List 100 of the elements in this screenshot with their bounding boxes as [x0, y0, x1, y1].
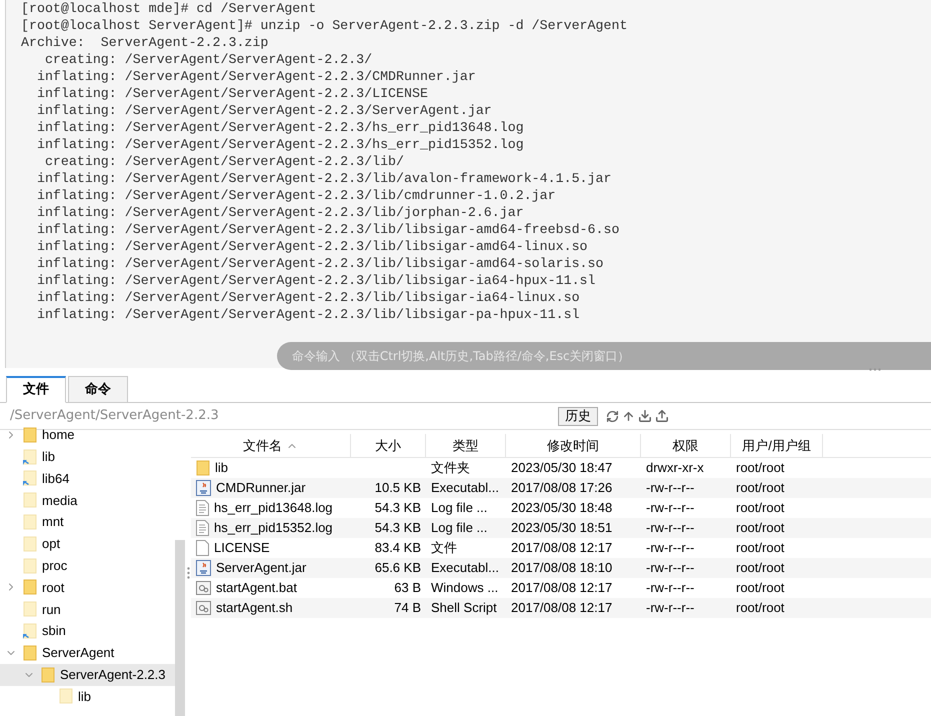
tree-item[interactable]: lib [0, 446, 175, 468]
folder-icon [23, 558, 37, 574]
table-cell-text: 54.3 KB [374, 519, 421, 538]
terminal-line: inflating: /ServerAgent/ServerAgent-2.2.3/LICENSE [36, 85, 429, 102]
table-cell-text: hs_err_pid13648.log [214, 499, 333, 518]
scrollbar-thumb[interactable] [175, 540, 185, 716]
table-cell-text: Executabl... [431, 479, 499, 498]
table-cell-text: 83.4 KB [374, 539, 421, 558]
table-cell-text: root/root [736, 519, 784, 538]
table-cell-text: LICENSE [214, 539, 270, 558]
column-header[interactable]: 大小 [351, 434, 426, 457]
tree-item[interactable]: ServerAgent [0, 642, 175, 664]
folder-name: opt [42, 535, 60, 554]
terminal-line: inflating: /ServerAgent/ServerAgent-2.2.3/hs_err_pid13648.log [36, 119, 525, 136]
folder-name: run [42, 600, 61, 619]
table-cell-text: 2017/08/08 17:26 [511, 479, 612, 498]
table-cell-text: Log file ... [431, 519, 488, 538]
file-row[interactable]: hs_err_pid15352.log 54.3 KB Log file ... 2023/05/30 18:51 -rw-r--r-- root/root [191, 518, 931, 538]
upload-icon[interactable] [655, 409, 669, 423]
file-row[interactable]: ServerAgent.jar 65.6 KB Executabl... 2017/08/08 18:10 -rw-r--r-- root/root [191, 558, 931, 578]
refresh-icon[interactable] [606, 410, 619, 422]
file-icon [196, 540, 209, 556]
terminal-line: inflating: /ServerAgent/ServerAgent-2.2.3/lib/libsigar-amd64-linux.so [36, 238, 589, 255]
tree-item[interactable]: lib [0, 686, 175, 708]
table-cell-text: 2017/08/08 12:17 [511, 539, 612, 558]
table-cell-text: 文件 [431, 539, 457, 558]
tree-item[interactable]: opt [0, 532, 175, 555]
tree-item[interactable]: sbin [0, 620, 175, 642]
java-file-icon [196, 480, 211, 496]
drag-handle-icon[interactable] [869, 368, 881, 371]
table-cell-text: Shell Script [431, 599, 497, 618]
folder-icon [23, 536, 37, 552]
tree-item[interactable]: lib64 [0, 468, 175, 490]
table-cell-text: startAgent.bat [216, 579, 297, 598]
table-cell-text: -rw-r--r-- [646, 579, 694, 598]
terminal-line: Archive: ServerAgent-2.2.3.zip [21, 34, 270, 51]
table-cell-text: 10.5 KB [374, 479, 421, 498]
file-row[interactable]: startAgent.sh 74 B Shell Script 2017/08/08 12:17 -rw-r--r-- root/root [191, 598, 931, 618]
tree-item[interactable]: root [0, 576, 175, 598]
file-row[interactable]: CMDRunner.jar 10.5 KB Executabl... 2017/08/08 17:26 -rw-r--r-- root/root [191, 478, 931, 498]
folder-name: ServerAgent [42, 644, 114, 662]
terminal-line: [root@localhost mde]# cd /ServerAgent [21, 0, 318, 17]
table-cell-text: 2023/05/30 18:48 [511, 499, 612, 518]
folder-name: mnt [42, 513, 64, 532]
terminal-line: inflating: /ServerAgent/ServerAgent-2.2.3/lib/libsigar-amd64-freebsd-6.so [36, 221, 620, 238]
folder-name: sbin [42, 622, 66, 640]
folder-shortcut-icon [23, 448, 37, 465]
tree-item[interactable]: mnt [0, 511, 175, 533]
tree-item[interactable]: proc [0, 554, 175, 577]
table-cell-text: 2017/08/08 12:17 [511, 579, 612, 598]
terminal-line: creating: /ServerAgent/ServerAgent-2.2.3/lib/ [44, 153, 406, 170]
column-header[interactable]: 类型 [426, 434, 506, 457]
tab[interactable]: 命令 [68, 376, 128, 403]
folder-icon [23, 644, 37, 661]
table-cell-text: 2023/05/30 18:51 [511, 519, 612, 538]
tree-item[interactable]: media [0, 489, 175, 512]
text-file-icon [196, 520, 209, 536]
column-header[interactable]: 修改时间 [506, 434, 641, 457]
table-cell-text: drwxr-xr-x [646, 459, 704, 478]
table-cell-text: root/root [736, 599, 784, 618]
up-arrow-icon[interactable] [622, 410, 635, 422]
splitter-handle-icon[interactable] [186, 567, 190, 579]
table-cell-text: -rw-r--r-- [646, 539, 694, 558]
column-header[interactable]: 文件名 [191, 434, 351, 457]
history-button[interactable]: 历史 [558, 406, 598, 426]
column-header[interactable]: 权限 [641, 434, 731, 457]
folder-name: lib64 [42, 470, 70, 488]
table-cell-text: startAgent.sh [216, 599, 293, 618]
terminal-line: inflating: /ServerAgent/ServerAgent-2.2.3/lib/cmdrunner-1.0.2.jar [36, 187, 557, 204]
folder-name: lib [42, 448, 56, 466]
tree-item[interactable]: ServerAgent-2.2.3 [0, 664, 175, 686]
tree-item[interactable]: home [0, 424, 175, 446]
terminal-line: inflating: /ServerAgent/ServerAgent-2.2.3/lib/libsigar-pa-hpux-11.sl [36, 306, 581, 323]
folder-icon [23, 579, 37, 596]
table-cell-text: 2017/08/08 18:10 [511, 559, 612, 578]
table-cell-text: ServerAgent.jar [216, 559, 306, 578]
table-cell-text: 2017/08/08 12:17 [511, 599, 612, 618]
folder-icon [23, 514, 37, 530]
tree-item[interactable]: run [0, 598, 175, 620]
table-cell-text: -rw-r--r-- [646, 519, 694, 538]
folder-name: proc [42, 556, 68, 575]
table-cell-text: Log file ... [431, 499, 488, 518]
table-cell-text: -rw-r--r-- [646, 599, 694, 618]
table-cell-text: root/root [736, 459, 784, 478]
table-cell-text: -rw-r--r-- [646, 479, 694, 498]
folder-icon [23, 601, 37, 618]
table-cell-text: 文件夹 [431, 459, 470, 478]
terminal-line: [root@localhost ServerAgent]# unzip -o ServerAgent-2.2.3.zip -d /ServerAgent [21, 17, 628, 34]
column-header[interactable]: 用户/用户组 [731, 434, 823, 457]
table-cell-text: root/root [736, 539, 784, 558]
path-field[interactable]: /ServerAgent/ServerAgent-2.2.3 [0, 406, 558, 426]
terminal-line: creating: /ServerAgent/ServerAgent-2.2.3/ [44, 51, 374, 68]
terminal-line: inflating: /ServerAgent/ServerAgent-2.2.3/lib/jorphan-2.6.jar [36, 204, 525, 221]
script-file-icon [196, 580, 211, 596]
folder-icon [59, 688, 73, 704]
script-file-icon [196, 600, 211, 616]
command-input-field[interactable]: 命令输入 （双击Ctrl切换,Alt历史,Tab路径/命令,Esc关闭窗口） [277, 342, 931, 370]
folder-name: lib [78, 688, 92, 706]
tab[interactable]: 文件 [6, 376, 66, 403]
download-icon[interactable] [638, 409, 652, 423]
